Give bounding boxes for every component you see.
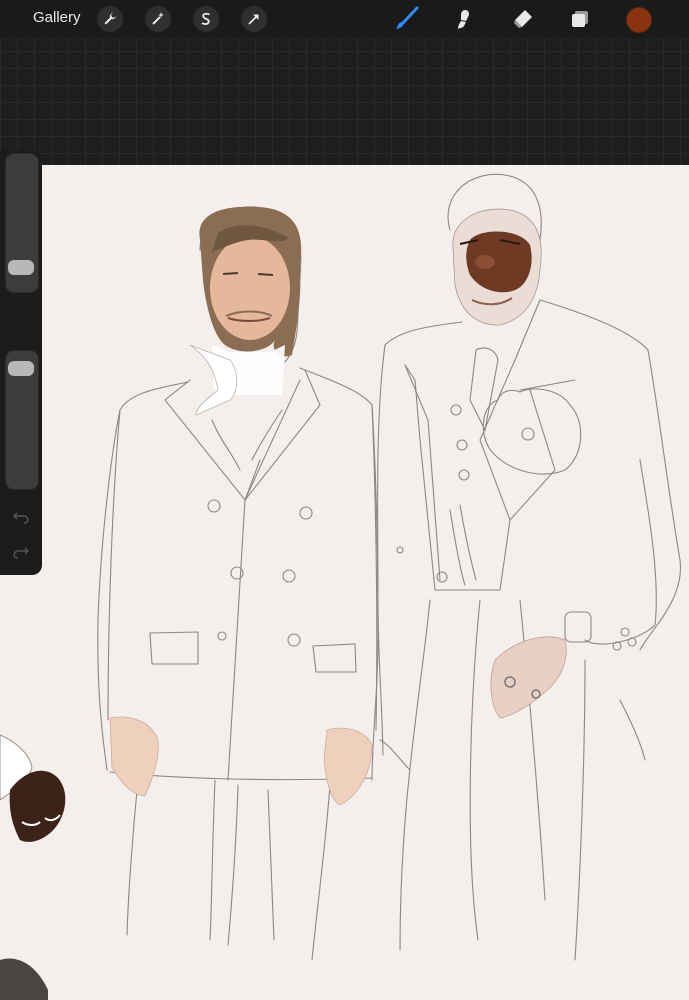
color-picker-button[interactable]: [626, 7, 652, 33]
smudge-tool-button[interactable]: [451, 5, 479, 33]
opacity-knob[interactable]: [8, 361, 34, 377]
drawing-artwork: [0, 173, 681, 1000]
undo-icon: [12, 512, 29, 524]
opacity-slider[interactable]: [5, 350, 39, 490]
eraser-tool-button[interactable]: [509, 5, 537, 33]
wrench-icon: [104, 13, 116, 25]
left-sidebar: [0, 150, 42, 575]
redo-button[interactable]: [10, 543, 32, 563]
selection-button[interactable]: [193, 6, 219, 32]
adjustments-button[interactable]: [145, 6, 171, 32]
eraser-icon: [514, 10, 532, 28]
brush-size-knob[interactable]: [8, 259, 34, 275]
smudge-icon: [458, 10, 469, 29]
drawing-canvas[interactable]: [0, 165, 689, 1000]
redo-icon: [13, 547, 30, 559]
gallery-button[interactable]: Gallery: [33, 9, 81, 26]
layers-icon: [572, 11, 588, 27]
actions-button[interactable]: [97, 6, 123, 32]
undo-button[interactable]: [10, 508, 32, 528]
magic-wand-icon: [152, 12, 164, 25]
top-toolbar: Gallery: [0, 0, 689, 38]
brush-size-slider[interactable]: [5, 153, 39, 293]
transform-arrow-icon: [248, 14, 259, 25]
brush-tool-button[interactable]: [393, 5, 421, 33]
layers-button[interactable]: [566, 5, 594, 33]
brush-icon: [396, 6, 419, 29]
selection-s-icon: [201, 12, 210, 25]
transform-button[interactable]: [241, 6, 267, 32]
